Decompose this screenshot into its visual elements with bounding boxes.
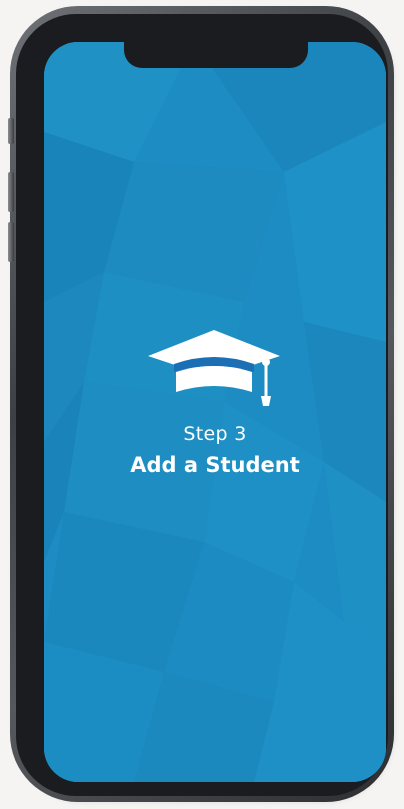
graduation-cap-icon bbox=[148, 330, 280, 406]
volume-down-button bbox=[8, 222, 14, 262]
polygon-background bbox=[44, 42, 386, 782]
step-title: Add a Student bbox=[130, 453, 300, 477]
mute-switch bbox=[8, 118, 14, 144]
device-mockup: Step 3 Add a Student bbox=[0, 0, 404, 809]
notch bbox=[124, 42, 308, 68]
onboarding-screen: Step 3 Add a Student bbox=[44, 42, 386, 782]
volume-up-button bbox=[8, 172, 14, 212]
step-number-label: Step 3 bbox=[183, 423, 247, 445]
